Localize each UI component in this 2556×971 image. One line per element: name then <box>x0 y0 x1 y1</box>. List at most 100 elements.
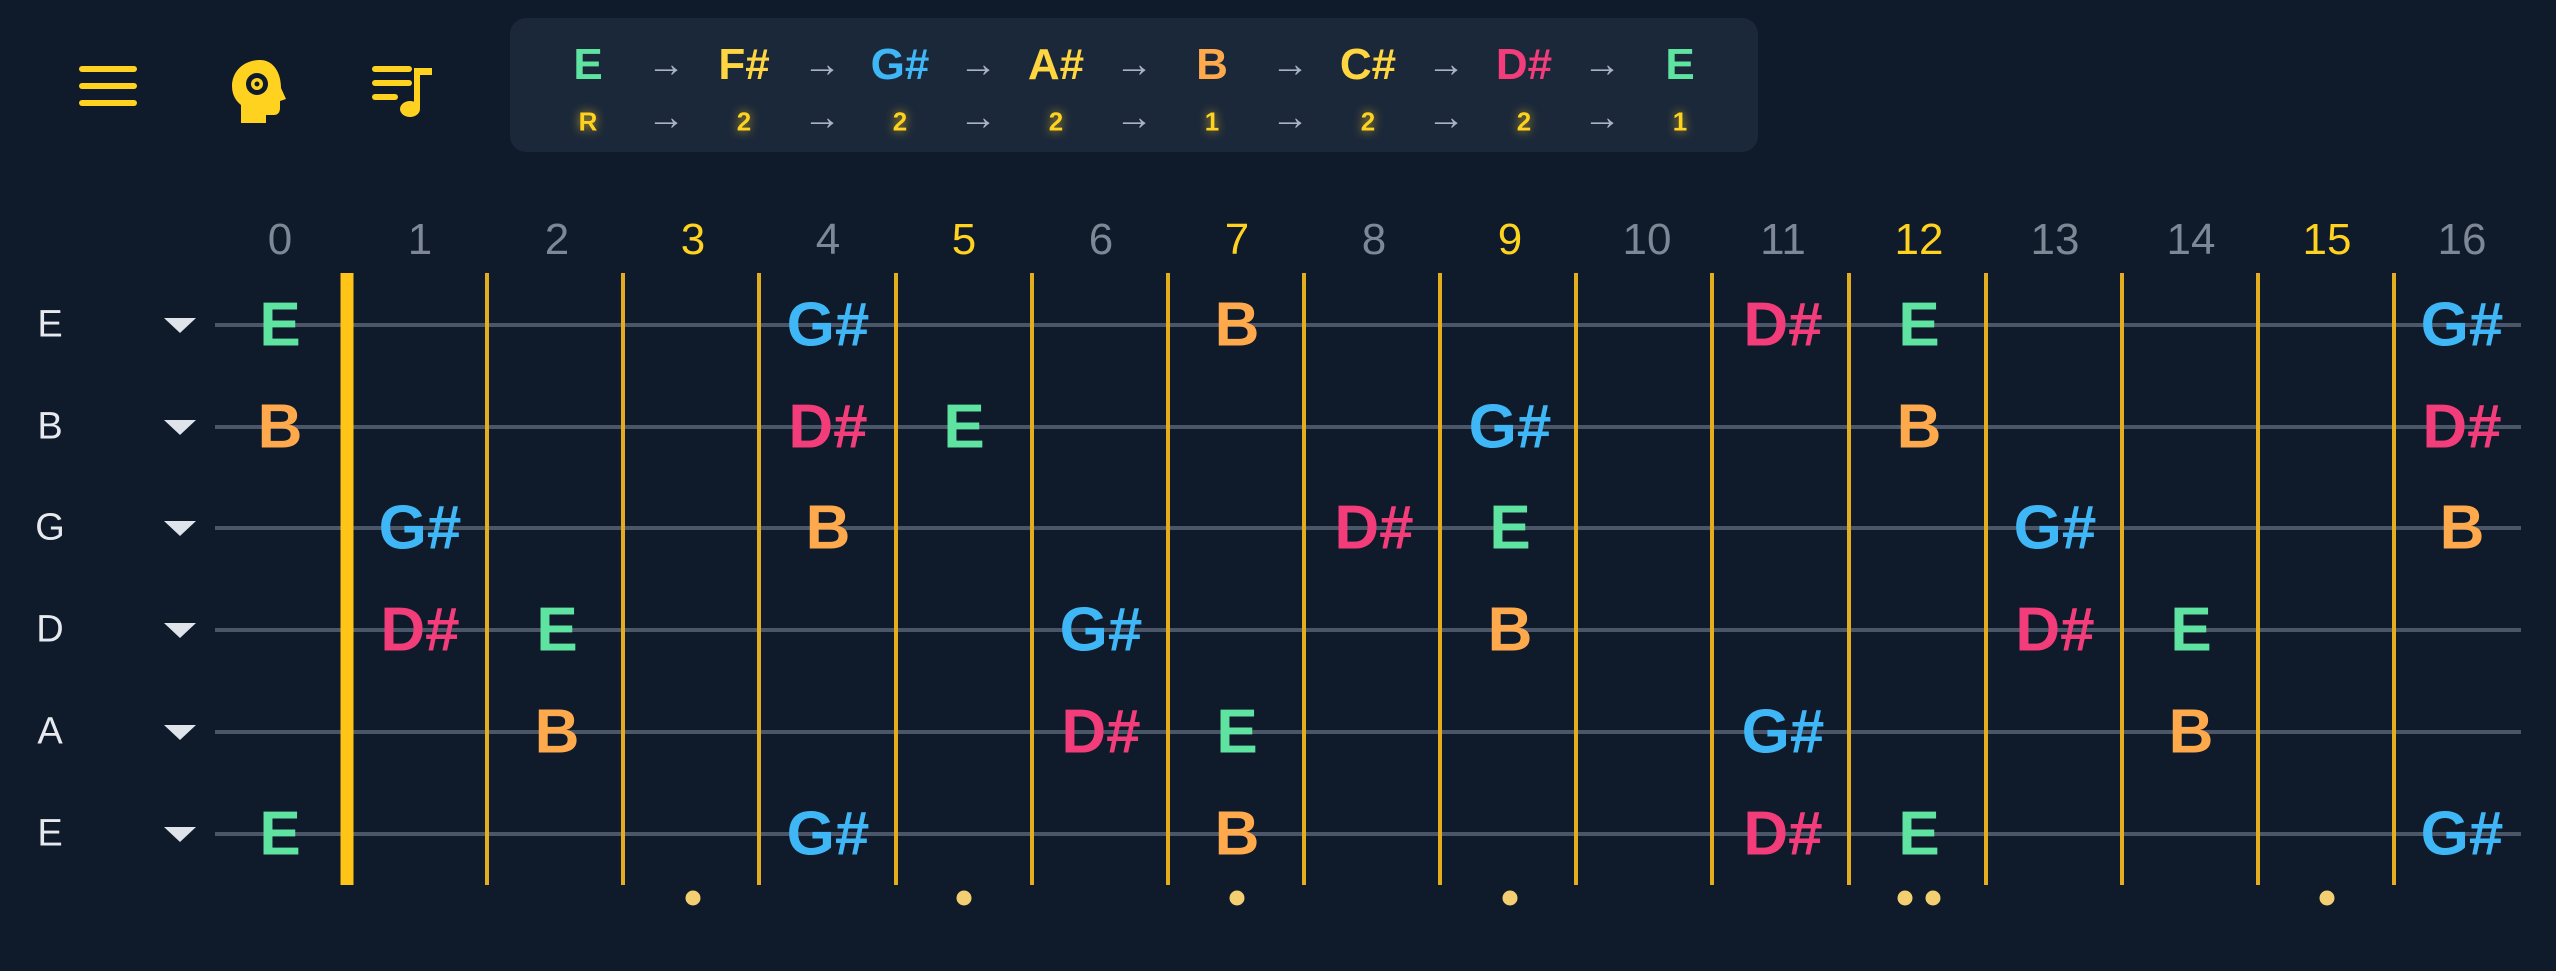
fretboard-note[interactable]: E <box>536 595 577 666</box>
caret-down-icon <box>164 521 196 536</box>
string-tuning-dropdown[interactable] <box>160 615 200 645</box>
fret-number: 0 <box>267 215 293 264</box>
fret-number: 10 <box>1622 215 1672 264</box>
fretboard-note[interactable]: E <box>2170 595 2211 666</box>
fretboard-note[interactable]: E <box>1216 697 1257 768</box>
string-name: E <box>37 812 63 855</box>
fretboard-note[interactable]: D# <box>380 595 459 666</box>
fretboard-note[interactable]: E <box>259 799 300 870</box>
arrow-right-icon: → <box>1271 43 1309 86</box>
string-name: G <box>35 506 65 549</box>
caret-down-icon <box>164 420 196 435</box>
string-name: A <box>37 710 63 753</box>
fretboard-note[interactable]: B <box>2440 493 2485 564</box>
fret-number: 14 <box>2166 215 2216 264</box>
fretboard-note[interactable]: E <box>1898 799 1939 870</box>
caret-down-icon <box>164 623 196 638</box>
fretboard-note[interactable]: E <box>943 392 984 463</box>
fret-inlay-marker <box>1502 890 1518 906</box>
settings-button[interactable] <box>216 52 300 132</box>
fret-inlay-marker <box>1925 890 1941 906</box>
fretboard-note[interactable]: E <box>259 290 300 361</box>
arrow-right-icon: → <box>803 43 841 86</box>
string-tuning-dropdown[interactable] <box>160 819 200 849</box>
brain-gear-icon <box>232 60 286 123</box>
fret-inlay-marker <box>1897 890 1913 906</box>
formula-interval: 2 <box>892 106 908 137</box>
fret-number: 15 <box>2302 215 2352 264</box>
formula-note: B <box>1196 40 1228 89</box>
fretboard-note[interactable]: B <box>1215 290 1260 361</box>
fretboard-note[interactable]: G# <box>2421 290 2504 361</box>
fretboard-note[interactable]: D# <box>2015 595 2094 666</box>
string-tuning-dropdown[interactable] <box>160 513 200 543</box>
fretboard-note[interactable]: G# <box>2014 493 2097 564</box>
fret-number: 4 <box>815 215 841 264</box>
fretboard-note[interactable]: B <box>1897 392 1942 463</box>
fretboard-note[interactable]: D# <box>1743 799 1822 870</box>
formula-interval: 1 <box>1204 106 1220 137</box>
fretboard-note[interactable]: D# <box>2422 392 2501 463</box>
fretboard-note[interactable]: B <box>1215 799 1260 870</box>
fretboard-note[interactable]: B <box>2169 697 2214 768</box>
fret-wire <box>2256 273 2260 885</box>
menu-button[interactable] <box>72 56 144 116</box>
arrow-right-icon: → <box>647 96 685 139</box>
arrow-right-icon: → <box>1427 96 1465 139</box>
string-tuning-dropdown[interactable] <box>160 717 200 747</box>
fret-number: 3 <box>680 215 706 264</box>
string-tuning-dropdown[interactable] <box>160 310 200 340</box>
playlist-button[interactable] <box>360 52 444 132</box>
fret-number: 9 <box>1497 215 1523 264</box>
fretboard-note[interactable]: G# <box>1742 697 1825 768</box>
arrow-right-icon: → <box>803 96 841 139</box>
fretboard-note[interactable]: D# <box>1334 493 1413 564</box>
caret-down-icon <box>164 827 196 842</box>
fret-number: 2 <box>544 215 570 264</box>
fretboard-note[interactable]: B <box>1488 595 1533 666</box>
fret-inlay-marker <box>685 890 701 906</box>
fretboard-note[interactable]: E <box>1489 493 1530 564</box>
fret-wire <box>1438 273 1442 885</box>
arrow-right-icon: → <box>959 96 997 139</box>
arrow-right-icon: → <box>1115 96 1153 139</box>
fretboard-note[interactable]: G# <box>1060 595 1143 666</box>
fretboard-note[interactable]: G# <box>2421 799 2504 870</box>
string-tuning-dropdown[interactable] <box>160 412 200 442</box>
formula-interval: 2 <box>1360 106 1376 137</box>
fretboard-note[interactable]: B <box>258 392 303 463</box>
formula-interval: 2 <box>1048 106 1064 137</box>
arrow-right-icon: → <box>1427 43 1465 86</box>
fretboard-note[interactable]: D# <box>1061 697 1140 768</box>
formula-note: A# <box>1027 40 1085 89</box>
string-name: B <box>37 405 63 448</box>
fretboard-note[interactable]: G# <box>787 290 870 361</box>
fret-inlay-marker <box>2319 890 2335 906</box>
fret-wire <box>894 273 898 885</box>
fretboard-note[interactable]: G# <box>1469 392 1552 463</box>
fret-wire <box>757 273 761 885</box>
fretboard-note[interactable]: G# <box>787 799 870 870</box>
arrow-right-icon: → <box>1115 43 1153 86</box>
arrow-right-icon: → <box>959 43 997 86</box>
arrow-right-icon: → <box>647 43 685 86</box>
fretboard-note[interactable]: G# <box>379 493 462 564</box>
fret-wire <box>621 273 625 885</box>
fretboard-note[interactable]: B <box>535 697 580 768</box>
formula-interval: 2 <box>1516 106 1532 137</box>
guitar-string <box>215 323 2521 327</box>
fret-wire <box>1302 273 1306 885</box>
formula-note: D# <box>1495 40 1553 89</box>
formula-note: C# <box>1339 40 1397 89</box>
fret-number: 11 <box>1760 215 1806 264</box>
fretboard-note[interactable]: B <box>806 493 851 564</box>
formula-note: F# <box>718 40 770 89</box>
fretboard-note[interactable]: D# <box>1743 290 1822 361</box>
fret-number: 1 <box>407 215 433 264</box>
fretboard-note[interactable]: D# <box>788 392 867 463</box>
fretboard-note[interactable]: E <box>1898 290 1939 361</box>
arrow-right-icon: → <box>1271 96 1309 139</box>
fret-number: 7 <box>1224 215 1250 264</box>
formula-note: G# <box>870 40 930 89</box>
fret-wire <box>2120 273 2124 885</box>
